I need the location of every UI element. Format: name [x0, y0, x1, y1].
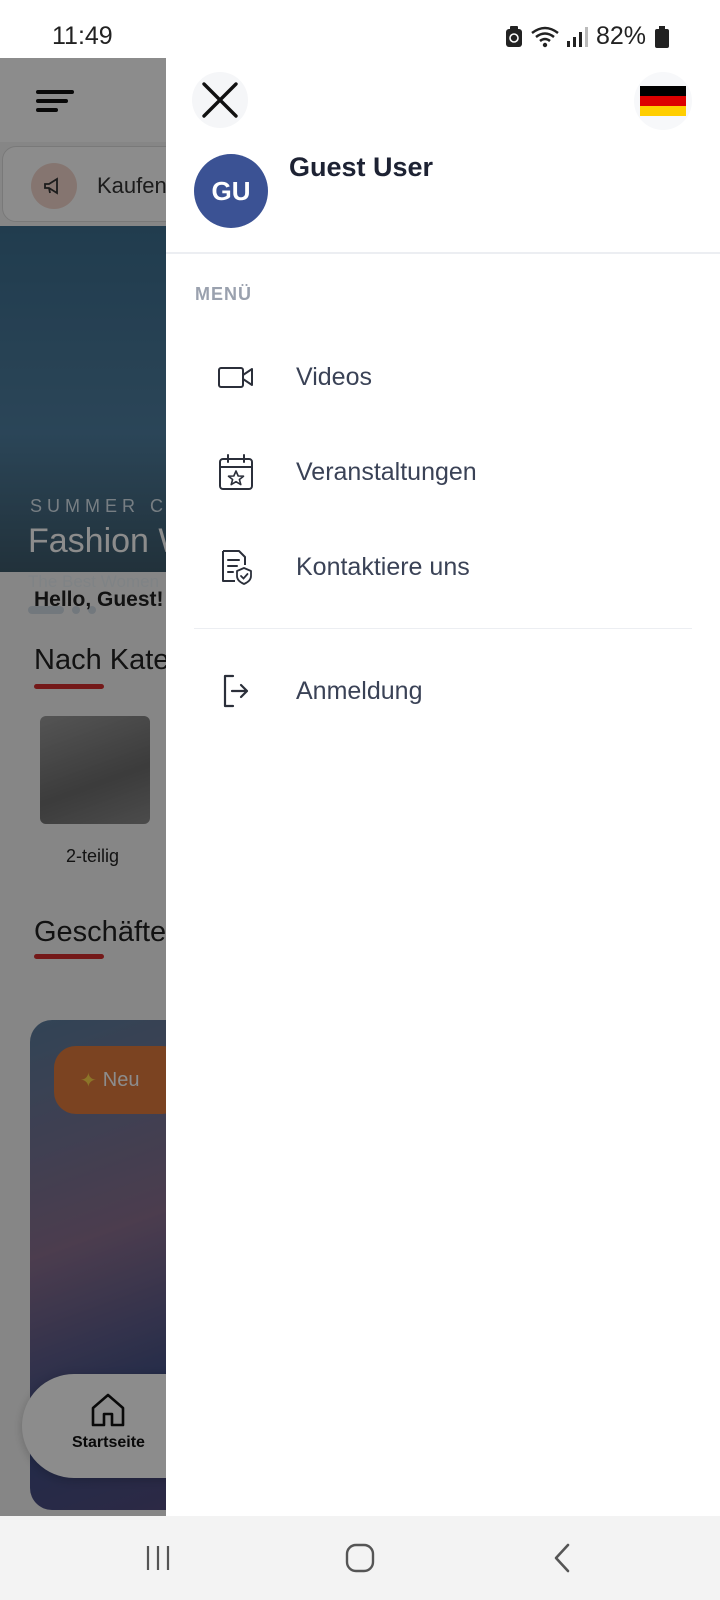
status-right: 82% — [504, 22, 670, 51]
login-icon — [206, 673, 266, 709]
recent-apps-icon — [146, 1546, 170, 1570]
user-name: Guest User — [289, 152, 434, 182]
video-camera-icon — [206, 363, 266, 391]
status-icons — [504, 25, 588, 49]
system-navigation-bar — [0, 1516, 720, 1600]
login-label: Anmeldung — [296, 676, 423, 705]
menu-item-label: Veranstaltungen — [296, 457, 477, 486]
wifi-icon — [531, 26, 559, 47]
back-button[interactable] — [542, 1538, 582, 1578]
calendar-star-icon — [206, 453, 266, 491]
contact-document-icon — [206, 549, 266, 585]
germany-flag-icon — [640, 86, 686, 116]
back-icon — [554, 1543, 570, 1573]
close-icon — [202, 82, 238, 118]
menu-item-videos[interactable]: Videos — [194, 339, 694, 415]
avatar: GU — [194, 154, 268, 228]
recent-apps-button[interactable] — [138, 1538, 178, 1578]
language-selector-button[interactable] — [634, 72, 692, 130]
menu-item-label: Videos — [296, 362, 372, 391]
menu-heading: MENÜ — [195, 284, 252, 304]
home-button[interactable] — [340, 1538, 380, 1578]
menu-item-label: Kontaktiere uns — [296, 552, 470, 581]
battery-icon — [655, 25, 669, 48]
menu-divider — [194, 628, 692, 629]
menu-item-events[interactable]: Veranstaltungen — [194, 434, 694, 510]
signal-icon — [566, 26, 588, 47]
battery-percentage: 82% — [595, 22, 646, 50]
home-circle-icon — [345, 1543, 375, 1573]
navigation-drawer: GU Guest User MENÜ Videos Veranstaltunge… — [166, 58, 720, 1516]
battery-saver-icon — [505, 25, 522, 47]
menu-item-contact[interactable]: Kontaktiere uns — [194, 529, 694, 605]
status-bar: 11:49 82% — [0, 0, 720, 58]
profile-divider — [166, 252, 720, 254]
login-menu-item[interactable]: Anmeldung — [194, 653, 694, 729]
status-time: 11:49 — [52, 22, 113, 50]
close-drawer-button[interactable] — [192, 72, 248, 128]
